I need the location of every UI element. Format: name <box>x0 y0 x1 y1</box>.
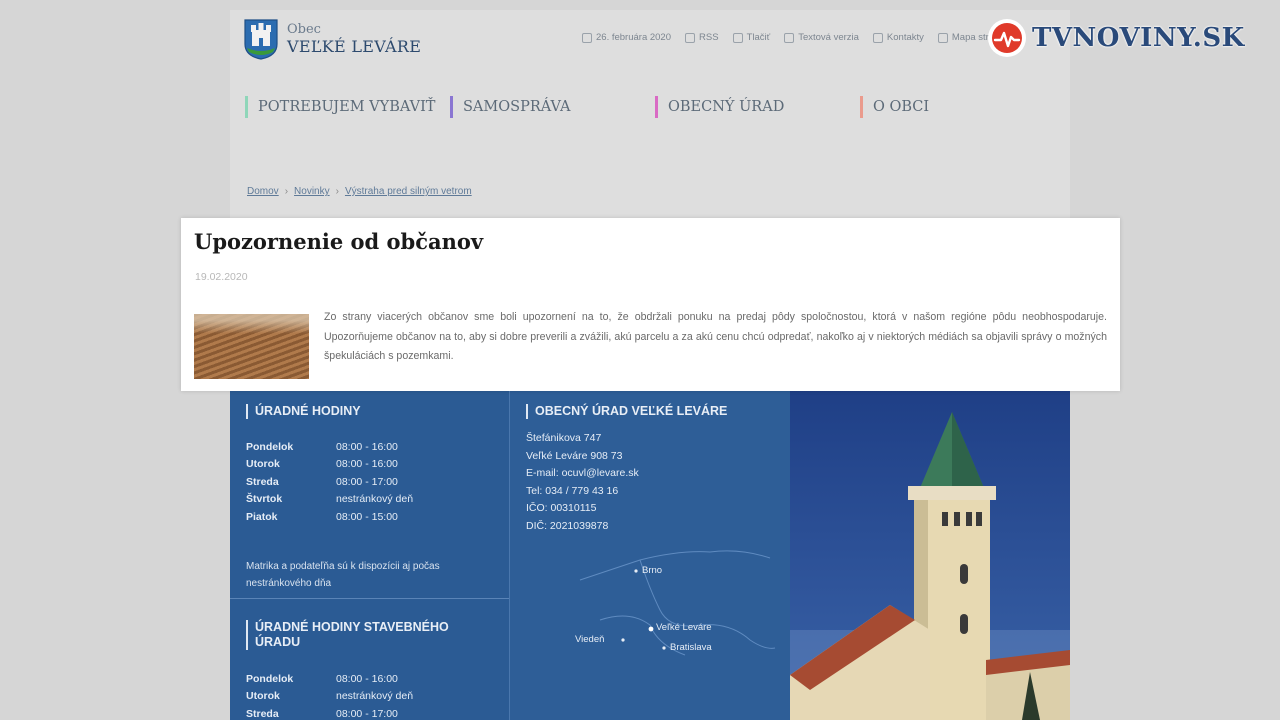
hours-day: Pondelok <box>246 672 294 685</box>
hours-row: Piatok 08:00 - 15:00 <box>246 508 413 526</box>
article-date: 19.02.2020 <box>195 271 248 283</box>
hours-row: Štvrtok nestránkový deň <box>246 491 413 509</box>
office-contact-title: OBECNÝ ÚRAD VEĽKÉ LEVÁRE <box>526 404 727 419</box>
hours-day: Utorok <box>246 690 280 703</box>
breadcrumb-home[interactable]: Domov <box>247 186 279 197</box>
hours-time: 08:00 - 17:00 <box>336 707 398 720</box>
location-icon <box>872 32 883 43</box>
toolbar-print[interactable]: Tlačiť <box>732 32 771 43</box>
breadcrumb: Domov › Novinky › Výstraha pred silným v… <box>247 186 472 197</box>
hours-time: 08:00 - 15:00 <box>336 510 398 523</box>
tvnoviny-watermark: TVNOVINY.SK <box>988 19 1245 57</box>
contact-street: Štefánikova 747 <box>526 432 602 444</box>
hours-time: 08:00 - 16:00 <box>336 672 398 685</box>
toolbar-text-version-label: Textová verzia <box>798 32 859 43</box>
contact-phone[interactable]: Tel: 034 / 779 43 16 <box>526 483 639 501</box>
article-title: Upozornenie od občanov <box>194 229 484 254</box>
footer-divider <box>230 598 509 599</box>
hours-time: nestránkový deň <box>336 690 414 703</box>
office-contact-lines: Štefánikova 747 Veľké Leváre 908 73 E-ma… <box>526 430 639 535</box>
brand-small: Obec <box>287 22 321 37</box>
breadcrumb-current[interactable]: Výstraha pred silným vetrom <box>345 186 472 197</box>
site-footer: ÚRADNÉ HODINY Pondelok 08:00 - 16:00 Utor… <box>230 390 1070 720</box>
hours-day: Pondelok <box>246 440 294 453</box>
office-hours-column: ÚRADNÉ HODINY Pondelok 08:00 - 16:00 Utor… <box>230 390 509 720</box>
church-photo <box>790 390 1070 720</box>
toolbar-rss[interactable]: RSS <box>685 32 719 43</box>
article-text: Zo strany viacerých občanov sme boli upo… <box>324 311 1107 362</box>
contact-email[interactable]: E-mail: ocuvl@levare.sk <box>526 465 639 483</box>
hours-day: Štvrtok <box>246 493 283 506</box>
site-header: Obec VEĽKÉ LEVÁRE 26. februára 2020 RSS … <box>230 10 1070 80</box>
region-map: Brno Veľké Leváre Viedeň Bratislava <box>540 530 780 670</box>
toolbar-date-label: 26. februára 2020 <box>596 32 672 43</box>
office-hours-title: ÚRADNÉ HODINY <box>246 404 361 419</box>
sitemap-icon <box>937 32 948 43</box>
contact-ico: IČO: 00310115 <box>526 502 597 514</box>
building-hours-table: Pondelok 08:00 - 16:00 Utorok nestránkový … <box>246 670 413 720</box>
article-thumbnail[interactable] <box>194 314 309 379</box>
hours-day: Streda <box>246 475 279 488</box>
building-hours-title: ÚRADNÉ HODINY STAVEBNÉHO ÚRADU <box>246 620 466 650</box>
toolbar-contacts[interactable]: Kontakty <box>872 32 924 43</box>
breadcrumb-separator: › <box>335 186 339 197</box>
registry-note: Matrika a podateľňa sú k dispozícii aj p… <box>246 561 440 589</box>
article-card: Upozornenie od občanov 19.02.2020 Zo str… <box>181 218 1120 391</box>
hours-row: Utorok nestránkový deň <box>246 688 413 706</box>
main-navigation: POTREBUJEM VYBAVIŤ SAMOSPRÁVA OBECNÝ ÚRA… <box>245 96 1065 118</box>
map-label-vieden: Viedeň <box>575 634 605 645</box>
map-label-bratislava: Bratislava <box>670 642 712 653</box>
toolbar-text-version[interactable]: Textová verzia <box>784 32 859 43</box>
hours-time: 08:00 - 16:00 <box>336 440 398 453</box>
hours-day: Piatok <box>246 510 278 523</box>
breadcrumb-separator: › <box>284 186 289 197</box>
calendar-icon <box>582 32 592 43</box>
tvnoviny-logo-icon <box>988 19 1026 57</box>
church-illustration <box>790 412 1070 720</box>
hours-row: Streda 08:00 - 17:00 <box>246 473 413 491</box>
toolbar-rss-label: RSS <box>699 32 719 43</box>
map-outline <box>579 550 776 656</box>
rss-icon <box>685 32 696 43</box>
hours-time: nestránkový deň <box>336 493 414 506</box>
map-label-velke-levare: Veľké Leváre <box>656 622 712 633</box>
office-hours-table: Pondelok 08:00 - 16:00 Utorok 08:00 - 16:0… <box>246 438 413 526</box>
toolbar-contacts-label: Kontakty <box>886 32 924 43</box>
text-version-icon <box>784 32 795 43</box>
hours-time: 08:00 - 17:00 <box>336 475 398 488</box>
hours-day: Streda <box>246 707 279 720</box>
print-icon <box>732 32 743 43</box>
nav-item-o-obci[interactable]: O OBCI <box>860 96 1065 118</box>
hours-row: Pondelok 08:00 - 16:00 <box>246 438 413 456</box>
map-label-brno: Brno <box>642 565 663 576</box>
nav-item-samosprava[interactable]: SAMOSPRÁVA <box>450 96 655 118</box>
breadcrumb-news[interactable]: Novinky <box>294 186 330 197</box>
hours-day: Utorok <box>246 458 280 471</box>
brand-name: VEĽKÉ LEVÁRE <box>287 37 422 56</box>
nav-item-obecny-urad[interactable]: OBECNÝ ÚRAD <box>655 96 860 118</box>
hours-row: Streda 08:00 - 17:00 <box>246 705 413 720</box>
watermark-text: TVNOVINY.SK <box>1032 23 1245 53</box>
hours-row: Utorok 08:00 - 16:00 <box>246 456 413 474</box>
office-contact-column: OBECNÝ ÚRAD VEĽKÉ LEVÁRE Štefánikova 747… <box>509 390 790 720</box>
nav-item-potrebujem-vybavit[interactable]: POTREBUJEM VYBAVIŤ <box>245 96 450 118</box>
hours-time: 08:00 - 16:00 <box>336 458 398 471</box>
toolbar-date: 26. februára 2020 <box>582 32 671 43</box>
hours-row: Pondelok 08:00 - 16:00 <box>246 670 413 688</box>
site-logo[interactable]: Obec VEĽKÉ LEVÁRE <box>243 18 421 60</box>
top-toolbar: 26. februára 2020 RSS Tlačiť Textová ver… <box>582 32 1004 43</box>
coat-of-arms-icon <box>244 19 278 60</box>
toolbar-print-label: Tlačiť <box>746 32 771 43</box>
contact-city: Veľké Leváre 908 73 <box>526 449 623 462</box>
